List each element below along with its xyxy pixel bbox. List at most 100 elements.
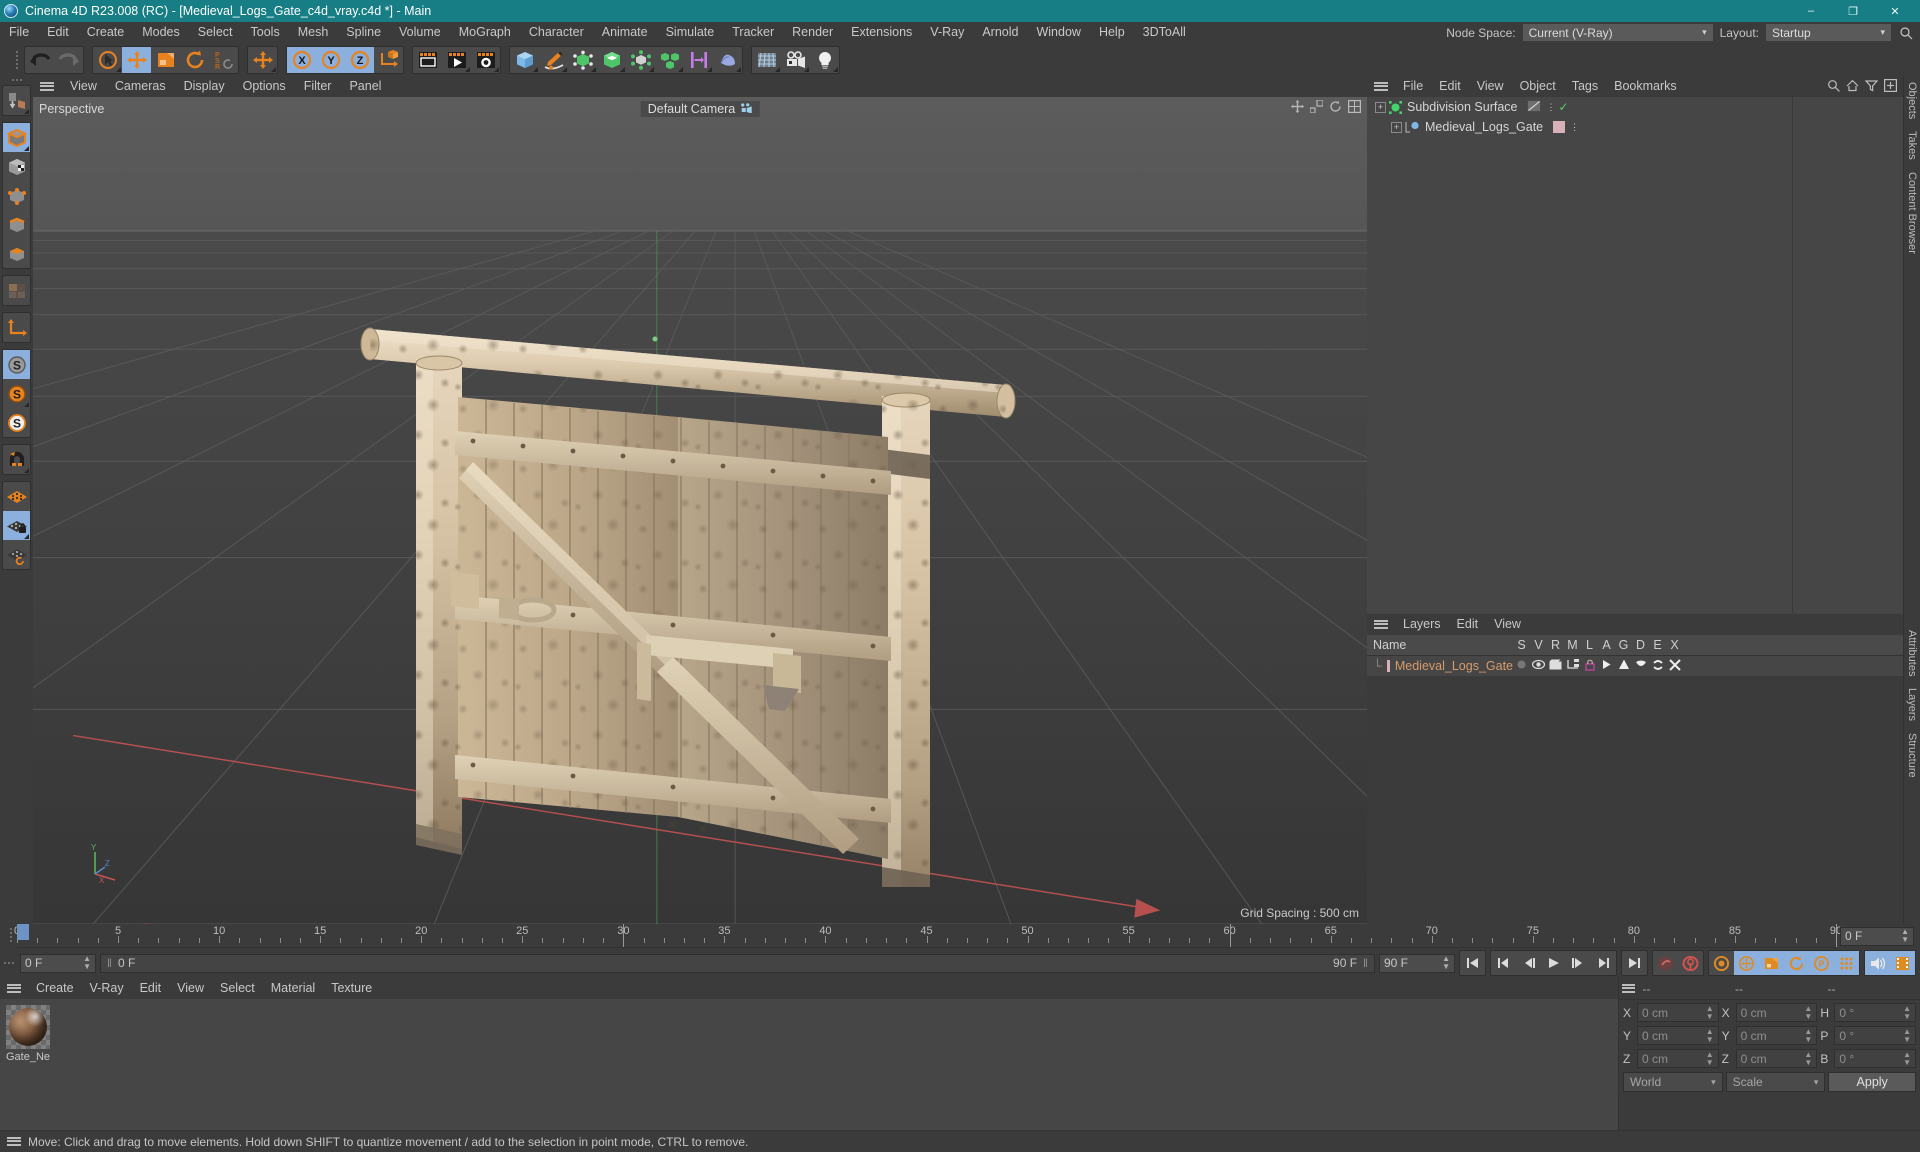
object-axis-button[interactable]: S	[3, 379, 30, 408]
field-button[interactable]	[713, 47, 742, 73]
material-item[interactable]: Gate_Ne	[6, 1005, 50, 1063]
coord-size-field[interactable]: 0 cm ▲ ▼	[1735, 1003, 1818, 1022]
light-button[interactable]	[810, 47, 839, 73]
end-frame-field[interactable]: 90 F ▲ ▼	[1379, 953, 1455, 973]
viewport-menu-options[interactable]: Options	[234, 76, 295, 97]
snap-magnet-button[interactable]	[3, 445, 30, 474]
points-mode-button[interactable]	[3, 181, 30, 210]
layer-menu-view[interactable]: View	[1486, 614, 1529, 635]
layer-generator-toggle[interactable]	[1615, 659, 1632, 674]
expand-toggle[interactable]: +	[1391, 121, 1402, 133]
live-selection-button[interactable]	[93, 47, 122, 73]
spinner-icon[interactable]: ▲ ▼	[1893, 928, 1909, 944]
menu-item-character[interactable]: Character	[520, 22, 593, 43]
make-editable-button[interactable]	[3, 86, 30, 115]
coordinate-mode-dropdown[interactable]: Scale ▾	[1725, 1072, 1826, 1092]
render-settings-button[interactable]	[471, 47, 500, 73]
layer-lock-toggle[interactable]	[1581, 659, 1598, 674]
viewport-3d[interactable]: Perspective Default Camera Y Z X Grid Sp…	[33, 97, 1367, 924]
step-forward-button[interactable]	[1566, 951, 1591, 975]
record-active-objects-button[interactable]	[1653, 951, 1678, 975]
rotation-key-button[interactable]	[1784, 951, 1809, 975]
coord-rotation-field[interactable]: 0 ° ▲ ▼	[1834, 1026, 1917, 1045]
layer-deformer-toggle[interactable]	[1632, 659, 1649, 674]
nurbs-generator-button[interactable]	[568, 47, 597, 73]
coordinates-hamburger-icon[interactable]	[1619, 981, 1638, 996]
material-manager-hamburger-icon[interactable]	[4, 981, 24, 996]
node-space-dropdown[interactable]: Current (V-Ray) ▾	[1522, 24, 1713, 41]
workplane-button[interactable]	[3, 482, 30, 511]
layer-menu-layers[interactable]: Layers	[1395, 614, 1449, 635]
tag-dots-icon[interactable]: ⋮	[1570, 123, 1579, 132]
expand-toggle[interactable]: +	[1375, 101, 1386, 113]
undo-button[interactable]	[25, 47, 54, 73]
subdivision-tag-icon[interactable]	[1527, 99, 1542, 115]
scale-button[interactable]	[151, 47, 180, 73]
go-to-start-button[interactable]	[1460, 951, 1485, 975]
layer-animation-toggle[interactable]	[1598, 659, 1615, 673]
viewport-camera-label[interactable]: Default Camera	[640, 101, 760, 117]
menu-item-edit[interactable]: Edit	[38, 22, 78, 43]
z-axis-lock-button[interactable]: Z	[345, 46, 374, 73]
layer-expression-toggle[interactable]	[1649, 659, 1666, 674]
move-button[interactable]	[122, 46, 151, 73]
material-menu-texture[interactable]: Texture	[323, 978, 380, 999]
timeline-ruler[interactable]: 051015202530354045505560657075808590	[14, 924, 1842, 948]
psr-reset-button[interactable]: PSR	[209, 47, 238, 73]
material-menu-select[interactable]: Select	[212, 978, 263, 999]
menu-item-3dtoall[interactable]: 3DToAll	[1134, 22, 1195, 43]
menu-item-select[interactable]: Select	[189, 22, 242, 43]
autokeying-button[interactable]	[1678, 951, 1703, 975]
world-object-coordinates-button[interactable]	[374, 47, 403, 73]
object-menu-tags[interactable]: Tags	[1564, 76, 1606, 97]
coordinate-system-dropdown[interactable]: World ▾	[1623, 1072, 1723, 1092]
layer-manager-hamburger-icon[interactable]	[1371, 617, 1391, 632]
apply-button[interactable]: Apply	[1828, 1072, 1917, 1092]
menu-item-modes[interactable]: Modes	[133, 22, 189, 43]
menu-item-spline[interactable]: Spline	[337, 22, 390, 43]
timeline-controls-drag-handle[interactable]	[4, 962, 14, 964]
go-to-end-button[interactable]	[1622, 951, 1647, 975]
point-level-animation-button[interactable]	[1834, 951, 1859, 975]
preview-range-bar[interactable]: ‖ 0 F 90 F ‖	[100, 953, 1375, 973]
menu-item-file[interactable]: File	[0, 22, 38, 43]
close-button[interactable]: ✕	[1874, 0, 1916, 22]
material-menu-v-ray[interactable]: V-Ray	[82, 978, 132, 999]
layer-xref-toggle[interactable]	[1666, 658, 1683, 674]
search-icon[interactable]	[1898, 25, 1914, 41]
material-menu-create[interactable]: Create	[28, 978, 82, 999]
menu-item-mograph[interactable]: MoGraph	[450, 22, 520, 43]
coord-size-field[interactable]: 0 cm ▲ ▼	[1735, 1026, 1818, 1045]
coord-rotation-field[interactable]: 0 ° ▲ ▼	[1834, 1003, 1917, 1022]
menu-item-window[interactable]: Window	[1027, 22, 1089, 43]
keyframe-selection-button[interactable]	[1709, 951, 1734, 975]
vtab-takes[interactable]: Takes	[1904, 125, 1920, 166]
rotate-button[interactable]	[180, 47, 209, 73]
viewport-move-icon[interactable]	[1291, 100, 1304, 118]
spinner-icon[interactable]: ▲ ▼	[1434, 955, 1450, 971]
coord-position-field[interactable]: 0 cm ▲ ▼	[1637, 1003, 1719, 1022]
timeline-playhead[interactable]	[17, 924, 29, 940]
floor-button[interactable]	[752, 47, 781, 73]
polygons-mode-button[interactable]	[3, 239, 30, 268]
layer-row[interactable]: └ Medieval_Logs_Gate	[1367, 656, 1903, 676]
menu-item-animate[interactable]: Animate	[593, 22, 657, 43]
step-back-button[interactable]	[1516, 951, 1541, 975]
material-menu-material[interactable]: Material	[263, 978, 323, 999]
viewport-rotate-icon[interactable]	[1329, 100, 1342, 118]
axis-mode-button[interactable]	[3, 313, 30, 342]
coord-position-field[interactable]: 0 cm ▲ ▼	[1637, 1049, 1719, 1068]
move-axis-button[interactable]	[248, 47, 277, 73]
material-menu-edit[interactable]: Edit	[132, 978, 170, 999]
minimize-button[interactable]: –	[1790, 0, 1832, 22]
viewport-menu-filter[interactable]: Filter	[295, 76, 341, 97]
spinner-icon[interactable]: ▲ ▼	[1804, 1027, 1812, 1044]
spinner-icon[interactable]: ▲ ▼	[1706, 1027, 1714, 1044]
viewport-maximize-icon[interactable]	[1348, 100, 1362, 118]
enabled-check-icon[interactable]: ✓	[1558, 100, 1568, 114]
layer-menu-edit[interactable]: Edit	[1449, 614, 1487, 635]
effector-button[interactable]	[684, 47, 713, 73]
x-axis-lock-button[interactable]: X	[287, 46, 316, 73]
layout-dropdown[interactable]: Startup ▾	[1766, 24, 1891, 41]
parameter-key-button[interactable]: P	[1809, 951, 1834, 975]
